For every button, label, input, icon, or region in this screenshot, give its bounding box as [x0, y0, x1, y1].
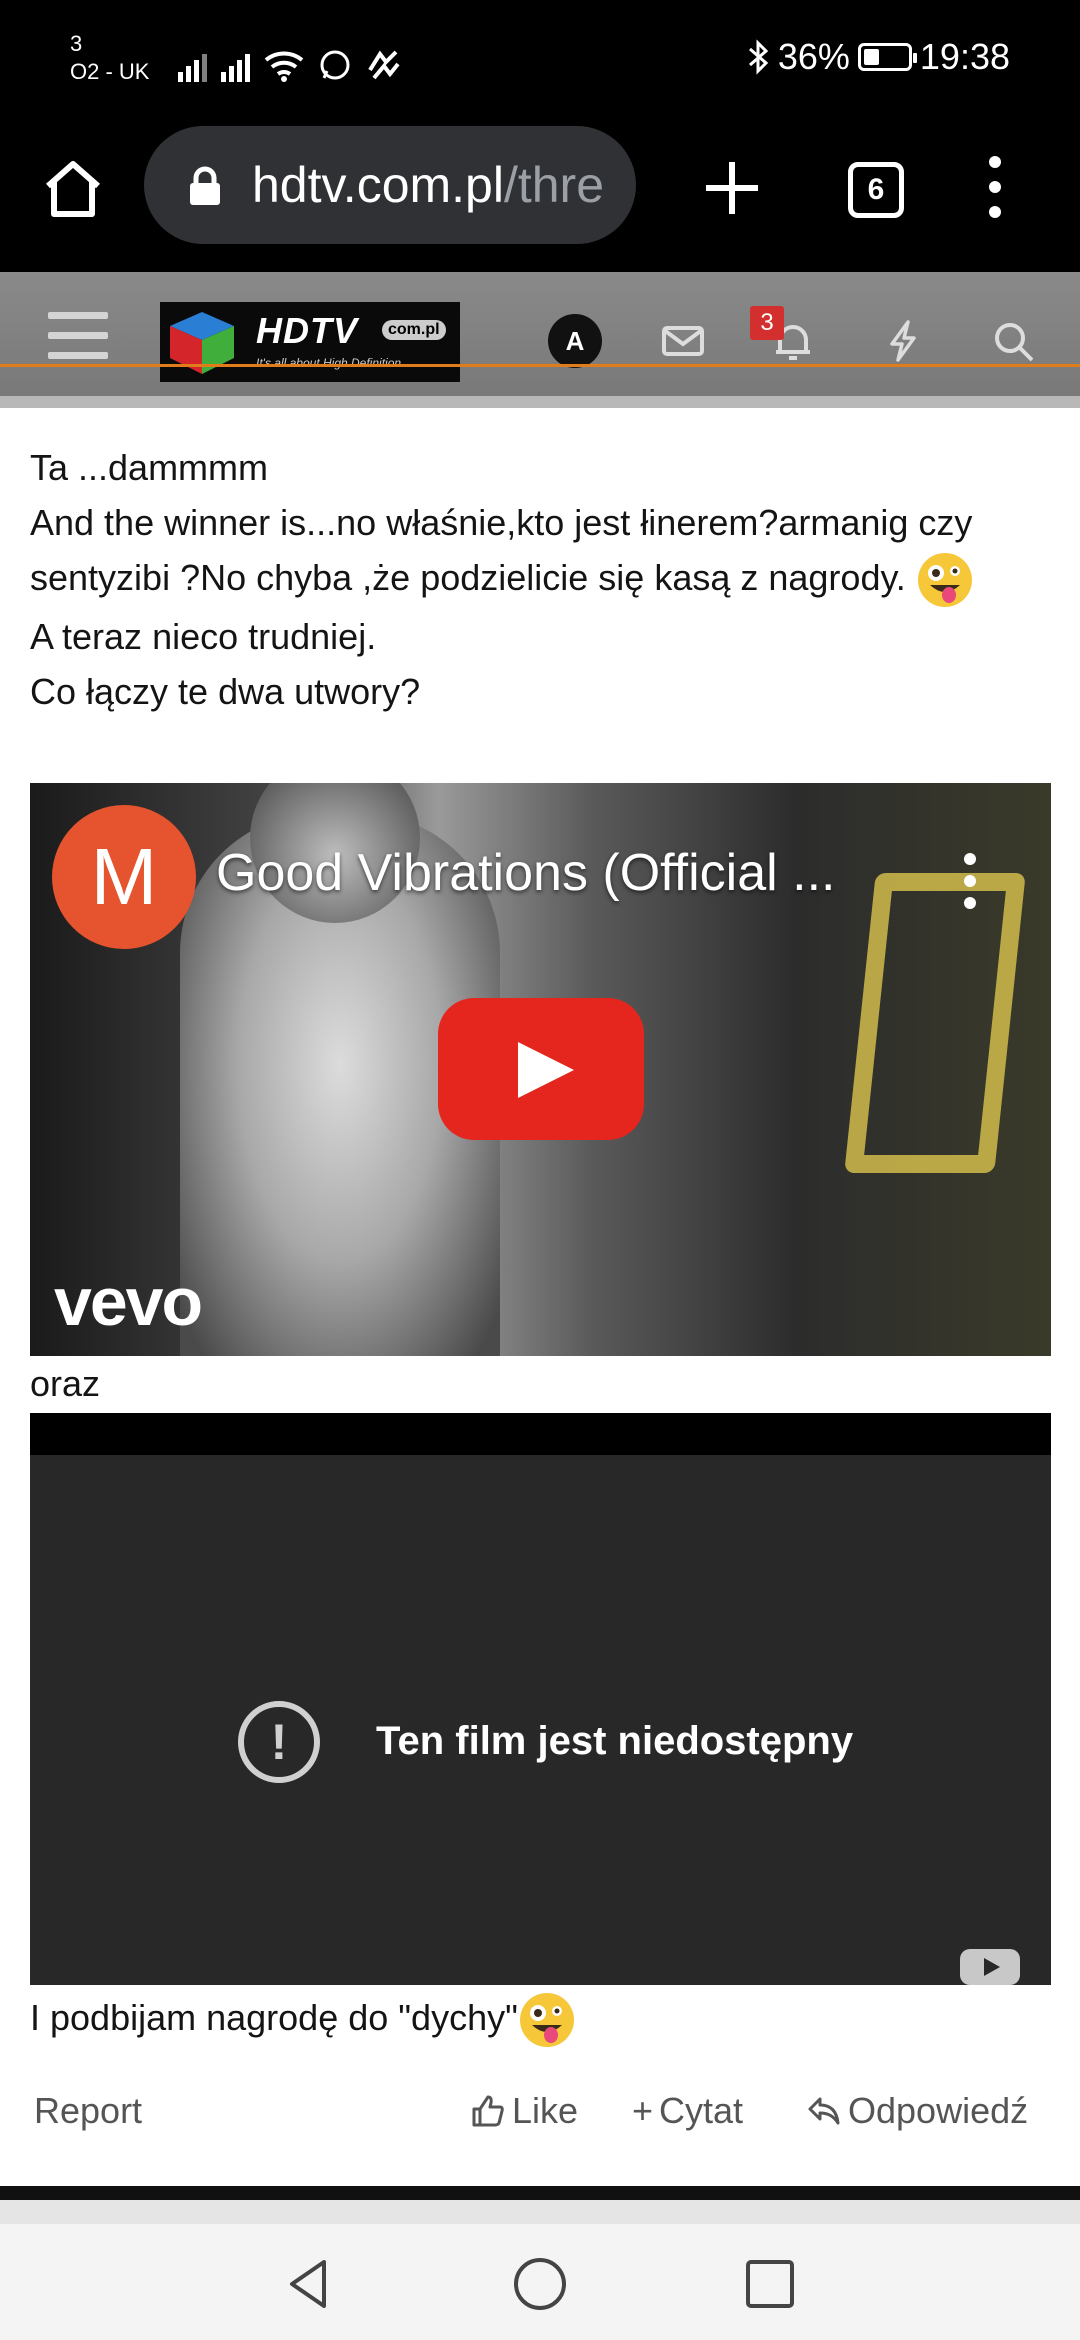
- battery-icon: [857, 43, 917, 71]
- status-right: 36% 19:38: [746, 36, 1010, 78]
- address-bar[interactable]: hdtv.com.pl/thre: [144, 126, 636, 244]
- post-actions: Report Like + Cytat Odpowiedź: [0, 2090, 1080, 2140]
- mail-icon[interactable]: [660, 318, 706, 364]
- video-top-bar: [30, 1413, 1051, 1455]
- thumbs-up-icon: [472, 2095, 504, 2127]
- video-more-icon[interactable]: [960, 853, 980, 913]
- notification-badge: 3: [750, 306, 784, 340]
- plus-icon[interactable]: [700, 156, 764, 220]
- post-divider: [0, 2186, 1080, 2200]
- home-icon[interactable]: [40, 156, 106, 222]
- post-between-text: oraz: [30, 1363, 101, 1404]
- youtube-embed-video[interactable]: M Good Vibrations (Official ... vevo: [30, 783, 1051, 1356]
- signal-bars-2-icon: [221, 48, 250, 82]
- post-line-4: Co łączy te dwa utwory?: [30, 671, 421, 713]
- reply-button[interactable]: Odpowiedź: [806, 2090, 1028, 2132]
- post-line-2: And the winner is...no właśnie,kto jest …: [30, 495, 1050, 609]
- carrier-line2: O2 - UK: [70, 59, 150, 84]
- url-host: hdtv.com.pl: [252, 157, 504, 213]
- logo-tagline: It's all about High Definition: [256, 356, 402, 370]
- quote-label: Cytat: [659, 2090, 744, 2131]
- like-label: Like: [512, 2090, 579, 2131]
- battery-percent: 36%: [777, 36, 850, 77]
- post-divider-gap: [0, 2200, 1080, 2224]
- like-button[interactable]: Like: [470, 2090, 578, 2132]
- home-circle-icon[interactable]: [510, 2254, 570, 2314]
- alert-circle-icon: !: [238, 1701, 320, 1783]
- header-accent-line: [0, 364, 1080, 367]
- back-icon[interactable]: [280, 2254, 340, 2314]
- logo-brand: HDTV: [256, 310, 358, 351]
- carrier-info: 3 O2 - UK: [70, 30, 149, 86]
- bolt-icon[interactable]: [880, 318, 926, 364]
- url-path: /thre: [503, 157, 605, 213]
- post-body: Ta ...dammmm And the winner is...no właś…: [30, 440, 1050, 719]
- battery-fill: [863, 49, 879, 65]
- header-bottom-edge: [0, 396, 1080, 408]
- play-button[interactable]: [438, 998, 644, 1140]
- reply-label: Odpowiedź: [848, 2090, 1029, 2131]
- lock-icon: [190, 166, 220, 205]
- post-last-line: I podbijam nagrodę do "dychy": [30, 1990, 576, 2049]
- clock: 19:38: [919, 36, 1010, 77]
- recents-icon[interactable]: [740, 2254, 800, 2314]
- post-last-line-text: I podbijam nagrodę do "dychy": [30, 1997, 518, 2038]
- status-bar: 3 O2 - UK 36% 19:38: [0, 0, 1080, 120]
- user-avatar[interactable]: A: [548, 314, 602, 368]
- video-title[interactable]: Good Vibrations (Official ...: [216, 843, 835, 903]
- youtube-embed-unavailable[interactable]: ! Ten film jest niedostępny: [30, 1413, 1051, 1985]
- search-icon[interactable]: [990, 318, 1036, 364]
- more-vert-icon[interactable]: [980, 156, 1010, 226]
- post-line-1: Ta ...dammmm: [30, 447, 269, 488]
- unavailable-message: Ten film jest niedostępny: [376, 1719, 854, 1763]
- report-button[interactable]: Report: [34, 2090, 142, 2132]
- site-logo[interactable]: HDTV com.pl It's all about High Definiti…: [160, 302, 460, 382]
- whatsapp-icon: [320, 50, 350, 80]
- site-header: HDTV com.pl It's all about High Definiti…: [0, 272, 1080, 408]
- channel-avatar[interactable]: M: [52, 805, 196, 949]
- signal-bars-icon: [178, 48, 207, 82]
- carrier-line1: 3: [70, 31, 83, 56]
- logo-tld: com.pl: [382, 320, 446, 340]
- url-text: hdtv.com.pl/thre: [252, 156, 604, 214]
- vevo-watermark: vevo: [54, 1264, 203, 1340]
- post-line-2-text: And the winner is...no właśnie,kto jest …: [30, 502, 973, 598]
- signal-icons: [178, 42, 400, 82]
- reply-icon: [808, 2097, 840, 2125]
- zany-face-emoji-icon: [917, 553, 972, 608]
- system-nav-bar: [0, 2224, 1080, 2340]
- post-line-3: A teraz nieco trudniej.: [30, 616, 377, 658]
- bluetooth-icon: [748, 39, 769, 75]
- app-notification-icon: [368, 50, 400, 80]
- wifi-icon: [264, 51, 304, 82]
- plus-small-icon: +: [632, 2090, 654, 2131]
- quote-button[interactable]: + Cytat: [632, 2090, 743, 2132]
- thumbnail-machine: [844, 873, 1026, 1173]
- browser-toolbar: hdtv.com.pl/thre 6: [0, 120, 1080, 272]
- zany-face-emoji-icon: [519, 1993, 574, 2048]
- hamburger-icon[interactable]: [48, 312, 108, 360]
- tabs-icon[interactable]: 6: [848, 162, 904, 218]
- youtube-logo-icon[interactable]: [960, 1949, 1020, 1985]
